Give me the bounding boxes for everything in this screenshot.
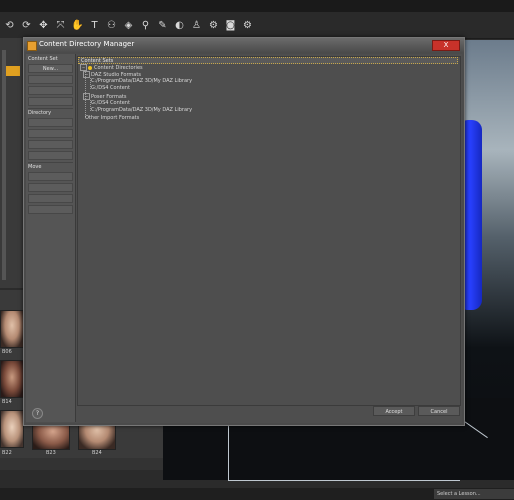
content-set-button[interactable] xyxy=(28,97,73,106)
grid-line xyxy=(228,424,229,481)
collapse-icon[interactable]: − xyxy=(83,93,90,100)
sidebar: Content Set New... Directory Move ? xyxy=(26,54,76,422)
dialog-app-icon xyxy=(27,41,37,51)
content-directory-manager-dialog: Content Directory Manager X Content Set … xyxy=(23,37,465,426)
main-toolbar: ⟲ ⟳ ✥ ⤧ ✋ T ⚇ ◈ ⚲ ✎ ◐ ♙ ⚙ ◙ ⚙ xyxy=(0,12,514,39)
grid-line xyxy=(228,480,460,481)
thumbnail[interactable] xyxy=(0,410,24,448)
dialog-titlebar[interactable]: Content Directory Manager X xyxy=(24,38,464,52)
move-button[interactable] xyxy=(28,183,73,192)
folder-icon xyxy=(88,65,92,70)
tree-item-path[interactable]: G:/DS4 Content xyxy=(91,100,130,107)
node-icon[interactable]: ⚇ xyxy=(104,18,119,33)
settings-icon[interactable]: ⚙ xyxy=(206,18,221,33)
pose-icon[interactable]: ✋ xyxy=(70,18,85,33)
scale-icon[interactable]: ⤧ xyxy=(53,18,68,33)
directory-button[interactable] xyxy=(28,118,73,127)
directory-button[interactable] xyxy=(28,140,73,149)
surface-icon[interactable]: ✎ xyxy=(155,18,170,33)
help-button[interactable]: ? xyxy=(32,408,43,419)
thumbnail-label: B23 xyxy=(46,450,56,456)
thumbnails-footer xyxy=(0,458,163,470)
directory-button[interactable] xyxy=(28,151,73,160)
tree-item-label: G:/DS4 Content xyxy=(91,85,130,91)
tree-header: Content Sets xyxy=(78,57,458,64)
directory-button[interactable] xyxy=(28,129,73,138)
left-pane-scrollbar[interactable] xyxy=(2,50,6,280)
joint-icon[interactable]: ⚲ xyxy=(138,18,153,33)
geometry-icon[interactable]: ◈ xyxy=(121,18,136,33)
cancel-button[interactable]: Cancel xyxy=(418,406,460,416)
content-set-button[interactable] xyxy=(28,86,73,95)
tree-item-path[interactable]: G:/DS4 Content xyxy=(91,85,130,92)
figure-icon[interactable]: ♙ xyxy=(189,18,204,33)
move-button[interactable] xyxy=(28,205,73,214)
directory-header: Directory xyxy=(28,110,52,116)
tree-item-path[interactable]: C:/ProgramData/DAZ 3D/My DAZ Library xyxy=(91,107,192,114)
text-tool-icon[interactable]: T xyxy=(87,18,102,33)
tree-item-label: C:/ProgramData/DAZ 3D/My DAZ Library xyxy=(91,107,193,113)
thumbnail-label: B06 xyxy=(2,349,12,355)
accept-button[interactable]: Accept xyxy=(373,406,415,416)
app-title-bar xyxy=(0,0,514,12)
thumbnail-label: B22 xyxy=(2,450,12,456)
tree-item-label: C:/ProgramData/DAZ 3D/My DAZ Library xyxy=(91,78,193,84)
thumbnail[interactable] xyxy=(0,360,24,398)
camera-icon[interactable]: ◙ xyxy=(223,18,238,33)
new-content-set-button[interactable]: New... xyxy=(28,64,73,73)
tree-item-path[interactable]: C:/ProgramData/DAZ 3D/My DAZ Library xyxy=(91,78,192,85)
divider xyxy=(28,108,73,109)
collapse-icon[interactable]: − xyxy=(80,64,87,71)
dialog-title: Content Directory Manager xyxy=(39,40,135,48)
thumbnail-label: B14 xyxy=(2,399,12,405)
tree-item-label: Other Import Formats xyxy=(85,115,140,121)
lesson-select[interactable]: Select a Lesson... xyxy=(434,489,514,499)
move-button[interactable] xyxy=(28,194,73,203)
move-button[interactable] xyxy=(28,172,73,181)
move-icon[interactable]: ✥ xyxy=(36,18,51,33)
dialog-body: Content Set New... Directory Move ? Cont… xyxy=(26,54,462,423)
content-set-button[interactable] xyxy=(28,75,73,84)
left-pane-tab[interactable] xyxy=(6,66,20,76)
thumbnail-label: B24 xyxy=(92,450,102,456)
move-header: Move xyxy=(28,164,42,170)
thumbnail[interactable] xyxy=(0,310,24,348)
morph-icon[interactable]: ◐ xyxy=(172,18,187,33)
tree-item-other-import-formats[interactable]: Other Import Formats xyxy=(85,115,139,122)
close-button[interactable]: X xyxy=(432,40,460,51)
render-settings-icon[interactable]: ⚙ xyxy=(240,18,255,33)
content-set-header: Content Set xyxy=(28,56,58,62)
orbit-icon[interactable]: ⟳ xyxy=(19,18,34,33)
collapse-icon[interactable]: − xyxy=(83,71,90,78)
divider xyxy=(28,162,73,163)
content-sets-tree[interactable]: Content Sets − Content Directories − DAZ S… xyxy=(77,56,461,406)
rotate-icon[interactable]: ⟲ xyxy=(2,18,17,33)
tree-item-label: G:/DS4 Content xyxy=(91,100,130,106)
